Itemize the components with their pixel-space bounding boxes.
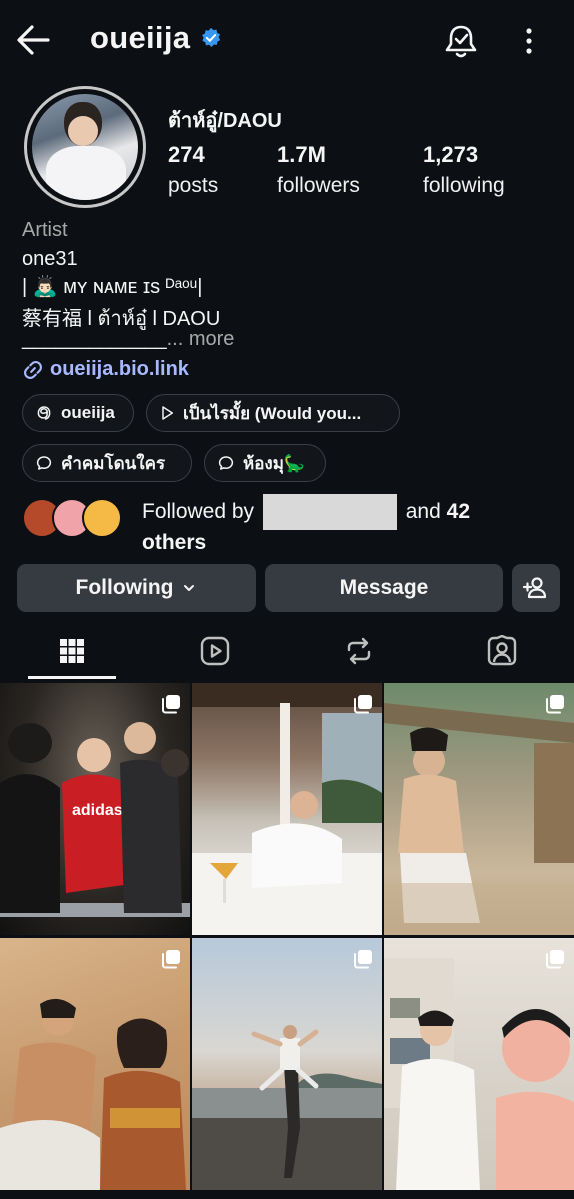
username-header: oueiija bbox=[90, 20, 222, 56]
bio-link-text: oueiija.bio.link bbox=[50, 358, 189, 380]
chip-label: เป็นไรมั้ย (Would you... bbox=[183, 403, 362, 423]
chip-label: oueiija bbox=[61, 403, 115, 422]
play-icon bbox=[162, 406, 174, 420]
following-button-label: Following bbox=[75, 576, 174, 599]
followed-by-count: 42 bbox=[446, 500, 470, 523]
multiple-photos-icon bbox=[354, 950, 372, 969]
post-thumbnail[interactable] bbox=[0, 938, 190, 1190]
verified-badge-icon bbox=[202, 27, 221, 47]
followed-by-and: and bbox=[405, 500, 441, 523]
followed-by-prefix: Followed by bbox=[142, 500, 255, 523]
top-bar: oueiija bbox=[0, 0, 574, 80]
bio-more-link[interactable]: ... more bbox=[167, 328, 235, 350]
highlight-chip[interactable]: คำคมโดนใคร bbox=[22, 444, 192, 482]
bio-line: | 🙇🏻‍♂️ ᴍʏ ɴᴀᴍᴇ ɪs ᴰᵃᵒᵘ| bbox=[22, 276, 203, 298]
notification-bell-icon[interactable] bbox=[442, 22, 480, 60]
message-button-label: Message bbox=[339, 576, 429, 599]
following-count: 1,273 bbox=[423, 142, 479, 167]
post-thumbnail[interactable] bbox=[384, 938, 574, 1190]
chip-label: ห้องมุ🦕 bbox=[243, 453, 306, 473]
avatar-image bbox=[32, 94, 138, 200]
following-stat[interactable]: 1,273 following bbox=[423, 142, 505, 198]
tab-reels[interactable] bbox=[172, 624, 258, 678]
username: oueiija bbox=[90, 20, 191, 55]
link-icon bbox=[24, 360, 42, 379]
highlight-icon bbox=[36, 456, 52, 470]
bio-line: one31 bbox=[22, 248, 78, 270]
followers-count: 1.7M bbox=[277, 142, 326, 167]
following-label: following bbox=[423, 174, 505, 197]
followed-by-row[interactable]: Followed by and 42 others bbox=[22, 490, 562, 554]
bio-line: _____________... more bbox=[22, 328, 234, 351]
profile-tabs bbox=[0, 624, 574, 680]
threads-icon bbox=[37, 406, 51, 420]
followed-by-text: Followed by and 42 others bbox=[142, 494, 562, 555]
highlight-chip[interactable]: ห้องมุ🦕 bbox=[204, 444, 326, 482]
followed-by-suffix: others bbox=[142, 531, 207, 554]
posts-label: posts bbox=[168, 174, 219, 197]
following-button[interactable]: Following bbox=[17, 564, 256, 612]
active-tab-indicator bbox=[28, 676, 116, 679]
multiple-photos-icon bbox=[546, 950, 564, 969]
multiple-photos-icon bbox=[162, 695, 180, 714]
multiple-photos-icon bbox=[162, 950, 180, 969]
posts-stat[interactable]: 274 posts bbox=[168, 142, 218, 198]
post-thumbnail[interactable] bbox=[192, 938, 382, 1190]
svg-text:adidas: adidas bbox=[72, 802, 123, 819]
reposts-icon bbox=[347, 637, 371, 665]
category-label: Artist bbox=[22, 219, 68, 241]
tab-posts[interactable] bbox=[29, 624, 115, 678]
threads-chip[interactable]: oueiija bbox=[22, 394, 134, 432]
post-thumbnail[interactable] bbox=[384, 683, 574, 935]
multiple-photos-icon bbox=[354, 695, 372, 714]
tagged-icon bbox=[487, 635, 517, 666]
highlight-icon bbox=[218, 456, 234, 470]
bio-link[interactable]: oueiija.bio.link bbox=[22, 358, 189, 381]
chip-label: คำคมโดนใคร bbox=[61, 453, 166, 473]
reels-icon bbox=[200, 636, 230, 666]
post-thumbnail[interactable]: adidas bbox=[0, 683, 190, 935]
follower-avatar bbox=[82, 498, 122, 538]
suggested-users-button[interactable] bbox=[512, 564, 560, 612]
multiple-photos-icon bbox=[546, 695, 564, 714]
redacted-name bbox=[262, 494, 397, 530]
post-thumbnail[interactable] bbox=[192, 683, 382, 935]
message-button[interactable]: Message bbox=[265, 564, 503, 612]
chevron-down-icon bbox=[184, 585, 195, 591]
followers-stat[interactable]: 1.7M followers bbox=[277, 142, 360, 198]
grid-icon bbox=[60, 639, 84, 663]
music-chip[interactable]: เป็นไรมั้ย (Would you... bbox=[146, 394, 400, 432]
add-person-icon bbox=[522, 577, 547, 599]
posts-count: 274 bbox=[168, 142, 205, 167]
profile-avatar[interactable] bbox=[24, 86, 146, 208]
display-name: ต้าห์อู๋/DAOU bbox=[168, 110, 282, 132]
more-options-icon[interactable] bbox=[516, 24, 542, 58]
back-arrow-icon[interactable] bbox=[14, 22, 54, 58]
tab-reposts[interactable] bbox=[316, 624, 402, 678]
followers-label: followers bbox=[277, 174, 360, 197]
tab-tagged[interactable] bbox=[459, 624, 545, 678]
bio-underline: _____________ bbox=[22, 328, 167, 350]
